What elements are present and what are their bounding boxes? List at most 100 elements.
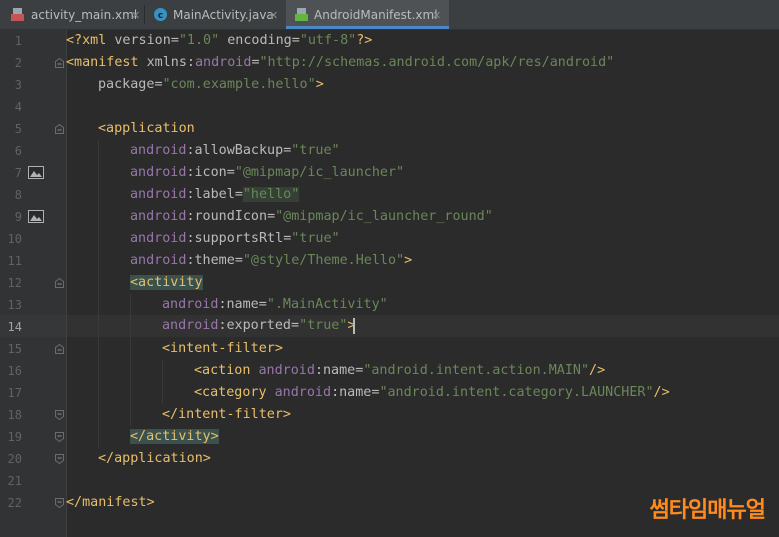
xml-layout-icon — [11, 8, 24, 21]
line-number: 8 — [14, 188, 22, 202]
attribute-name: :supportsRtl — [186, 231, 284, 246]
code-line-16: <action android:name="android.intent.act… — [194, 360, 605, 382]
equals: = — [234, 187, 243, 202]
string-value: "true" — [291, 231, 340, 246]
tag-close-highlighted: </activity> — [130, 429, 219, 444]
line-number: 15 — [7, 342, 22, 356]
svg-text:c: c — [158, 11, 163, 21]
attribute-name: encoding — [227, 33, 292, 48]
current-line-highlight — [0, 315, 779, 337]
string-value: ".MainActivity" — [266, 297, 388, 312]
namespace-prefix: android — [195, 55, 252, 70]
code-line-7: android:icon="@mipmap/ic_launcher" — [130, 162, 404, 184]
equals: = — [170, 33, 179, 48]
tag-close: > — [404, 253, 413, 268]
code-line-20: </application> — [98, 448, 211, 470]
namespace-prefix: android — [130, 209, 187, 224]
string-value: "@style/Theme.Hello" — [242, 253, 405, 268]
line-number: 2 — [14, 56, 22, 70]
code-line-11: android:theme="@style/Theme.Hello"> — [130, 250, 412, 272]
close-icon[interactable]: ✕ — [432, 0, 441, 29]
equals: = — [251, 55, 260, 70]
attribute-name: :exported — [218, 318, 291, 333]
line-number: 17 — [7, 386, 22, 400]
fold-end-icon[interactable] — [55, 498, 64, 508]
java-class-icon: c — [154, 8, 167, 21]
manifest-file-icon — [295, 8, 308, 21]
line-number: 13 — [7, 298, 22, 312]
line-number: 3 — [14, 78, 22, 92]
indent-guide — [162, 360, 163, 404]
equals: = — [154, 77, 163, 92]
attribute-name: package — [98, 77, 155, 92]
tab-divider — [144, 5, 145, 24]
string-value: "@mipmap/ic_launcher_round" — [275, 209, 493, 224]
editor-tab-bar: activity_main.xml ✕ c MainActivity.java … — [0, 0, 779, 30]
code-line-12: <activity — [130, 272, 203, 294]
tab-label: MainActivity.java — [173, 8, 274, 22]
close-icon[interactable]: ✕ — [269, 0, 278, 29]
line-number: 16 — [7, 364, 22, 378]
watermark: 썸타임매뉴얼 — [649, 498, 766, 523]
fold-collapse-icon[interactable] — [55, 344, 64, 354]
attribute-name: :name — [314, 363, 356, 378]
xml-declaration: <?xml — [66, 33, 115, 48]
attribute-name: :allowBackup — [186, 143, 284, 158]
tag-open: <application — [98, 121, 195, 136]
code-line-22: </manifest> — [66, 492, 155, 514]
equals: = — [291, 33, 300, 48]
indent-guide — [130, 294, 131, 426]
tag-open-highlighted: <activity — [130, 275, 203, 290]
code-line-18: </intent-filter> — [162, 404, 291, 426]
tab-main-activity-java[interactable]: c MainActivity.java ✕ — [146, 0, 284, 29]
line-number: 19 — [7, 430, 22, 444]
attribute-name: version — [114, 33, 171, 48]
equals: = — [291, 318, 300, 333]
tag-self-close: /> — [653, 385, 670, 400]
line-number: 20 — [7, 452, 22, 466]
tab-activity-main-xml[interactable]: activity_main.xml ✕ — [0, 0, 142, 29]
tag-open: <action — [194, 363, 259, 378]
line-number: 12 — [7, 276, 22, 290]
fold-collapse-icon[interactable] — [55, 278, 64, 288]
string-value: "com.example.hello" — [162, 77, 316, 92]
tab-label: activity_main.xml — [31, 8, 138, 22]
namespace-prefix: android — [130, 187, 187, 202]
code-line-15: <intent-filter> — [162, 338, 283, 360]
tag-close: </manifest> — [66, 495, 155, 510]
namespace-prefix: android — [130, 231, 187, 246]
tab-android-manifest-xml[interactable]: AndroidManifest.xml ✕ — [286, 0, 449, 29]
image-preview-icon[interactable] — [28, 210, 44, 223]
code-line-8: android:label="hello" — [130, 184, 300, 206]
attribute-name: :icon — [186, 165, 227, 180]
line-number-current: 14 — [7, 320, 22, 334]
text-caret — [353, 318, 355, 334]
namespace-prefix: android — [274, 385, 332, 400]
attribute-name: :theme — [186, 253, 235, 268]
attribute-name: :label — [186, 187, 235, 202]
fold-end-icon[interactable] — [55, 410, 64, 420]
code-line-19: </activity> — [130, 426, 219, 448]
string-value: "utf-8" — [299, 33, 357, 48]
code-line-3: package="com.example.hello"> — [98, 74, 324, 96]
equals: = — [234, 253, 243, 268]
image-preview-icon[interactable] — [28, 166, 44, 179]
line-number: 22 — [7, 496, 22, 510]
close-icon[interactable]: ✕ — [131, 0, 140, 29]
code-line-13: android:name=".MainActivity" — [162, 294, 388, 316]
line-number: 5 — [14, 122, 22, 136]
indent-guide — [98, 140, 99, 448]
namespace-prefix: android — [162, 318, 219, 333]
code-line-1: <?xml version="1.0" encoding="utf-8"?> — [66, 30, 372, 52]
string-value: "android.intent.category.LAUNCHER" — [379, 385, 654, 400]
tag-open: <manifest — [66, 55, 147, 70]
fold-end-icon[interactable] — [55, 432, 64, 442]
string-value-folded[interactable]: "hello" — [242, 187, 300, 202]
fold-collapse-icon[interactable] — [55, 124, 64, 134]
fold-end-icon[interactable] — [55, 454, 64, 464]
code-line-17: <category android:name="android.intent.c… — [194, 382, 670, 404]
namespace-prefix: android — [130, 253, 187, 268]
line-number: 9 — [14, 210, 22, 224]
attribute-name: :name — [218, 297, 259, 312]
fold-collapse-icon[interactable] — [55, 58, 64, 68]
